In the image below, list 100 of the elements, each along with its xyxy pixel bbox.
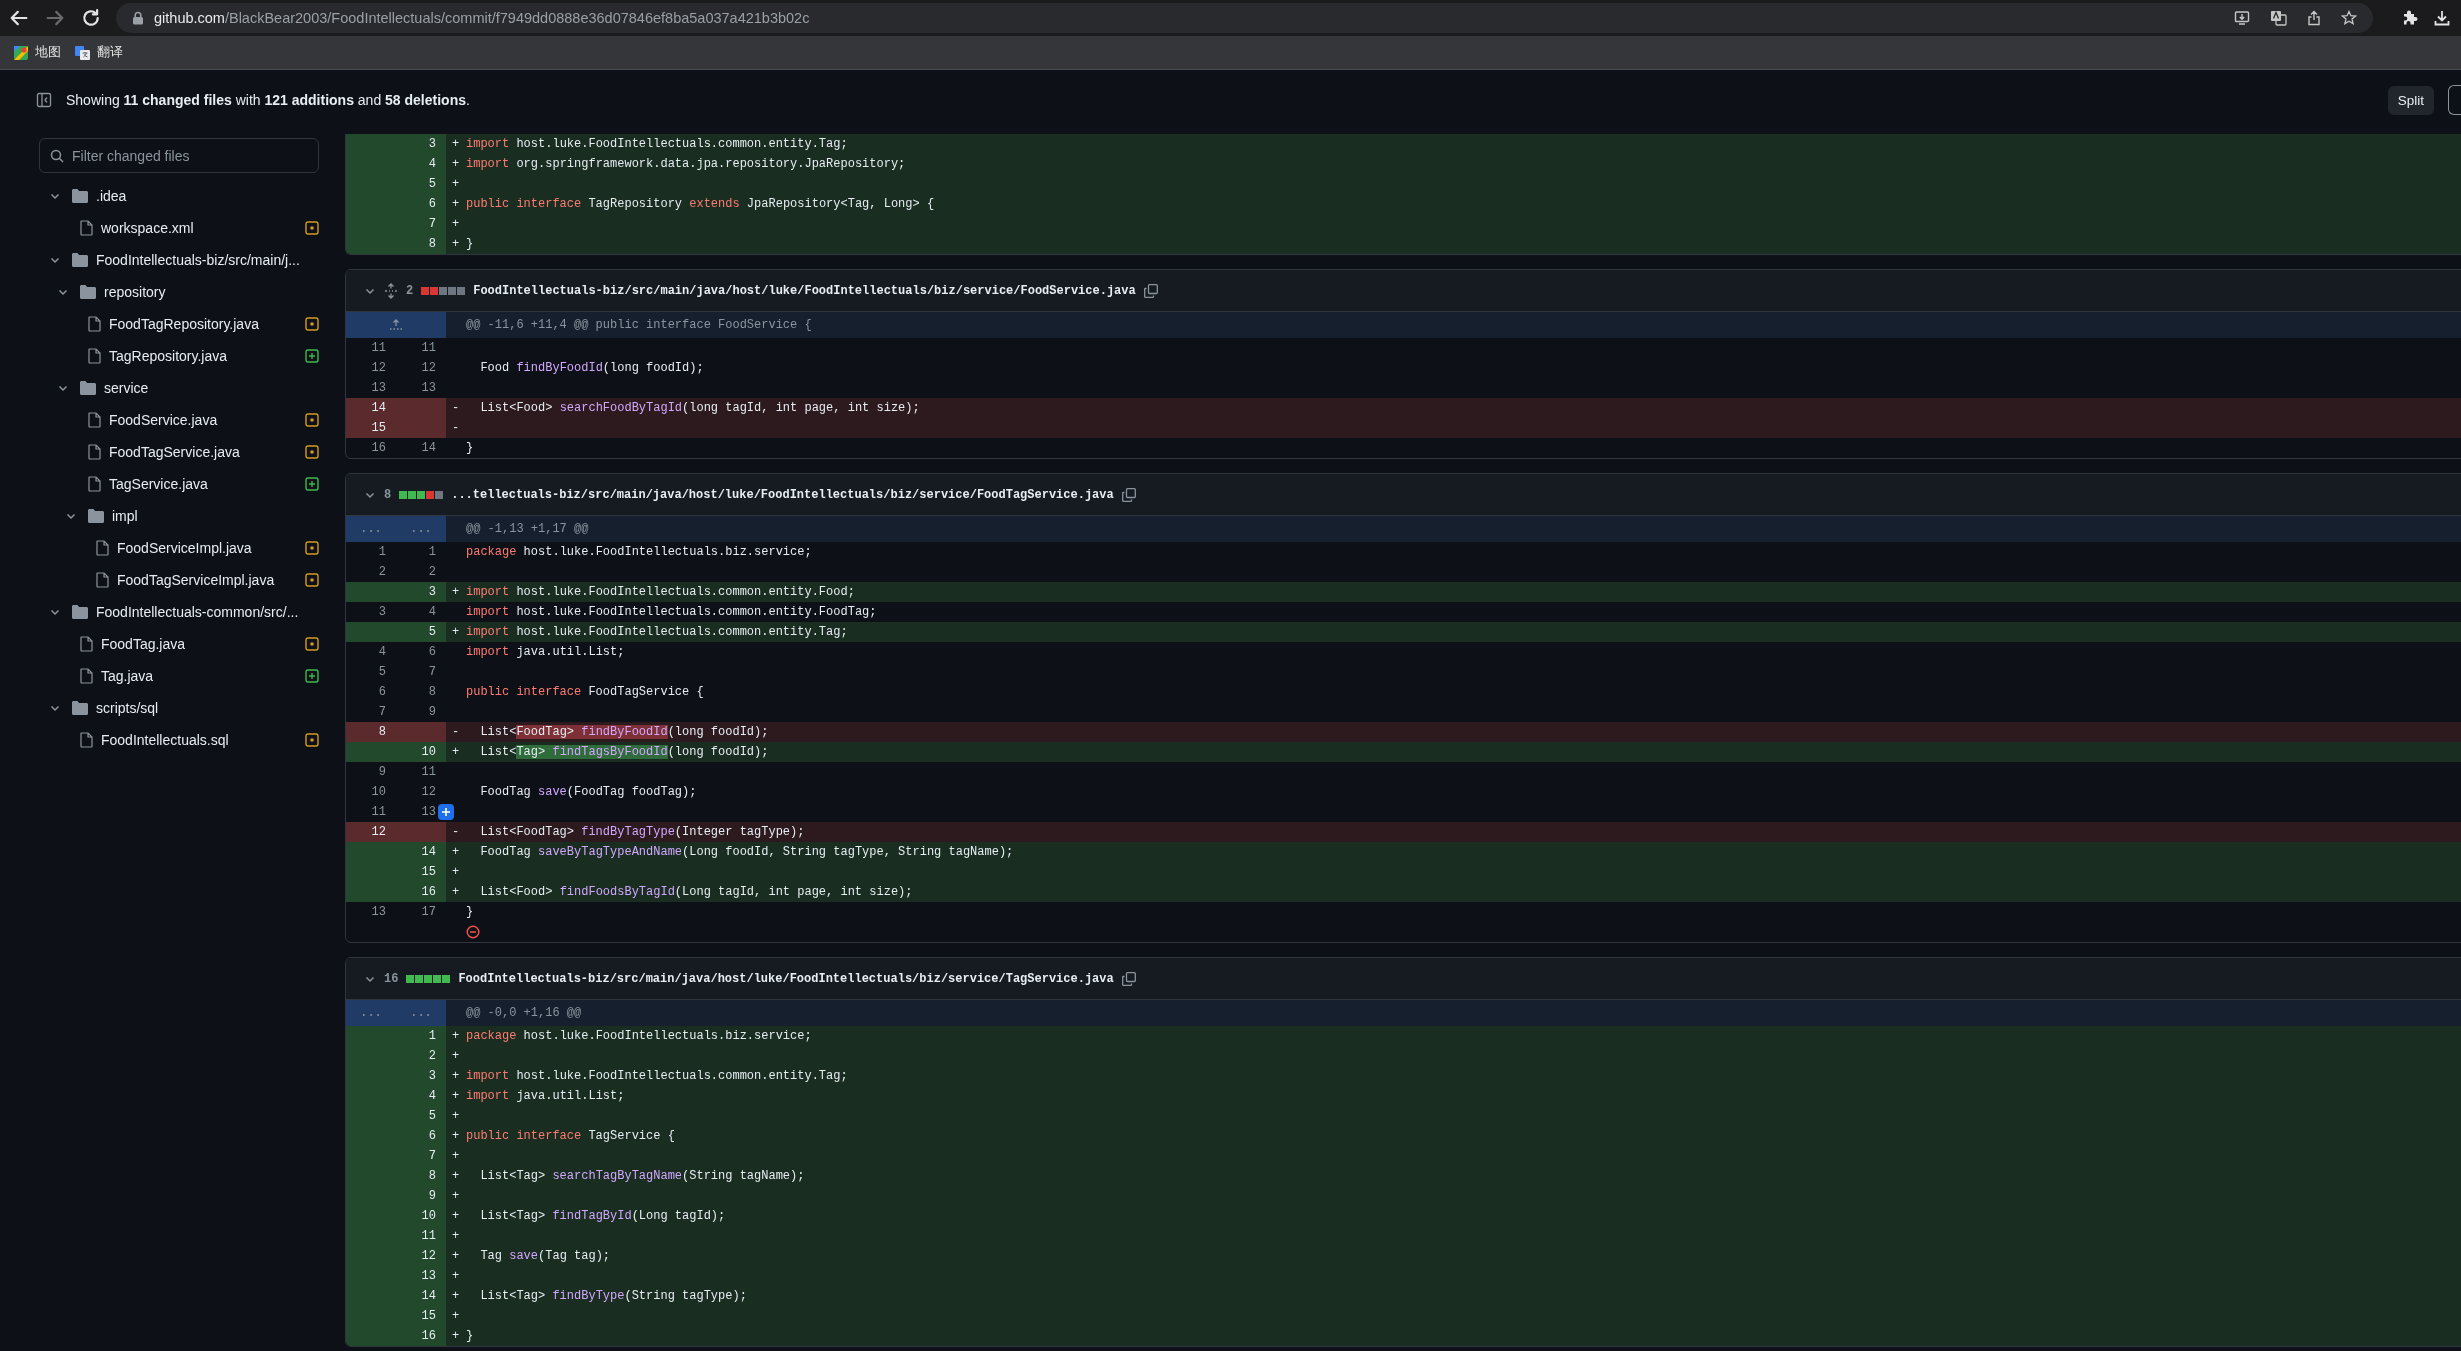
code-line: + List<Tag> searchTagByTagName(String tagName); — [451, 1168, 806, 1185]
line-number: 12 — [346, 822, 396, 842]
copy-icon[interactable] — [1121, 971, 1136, 986]
sidebar-toggle-icon[interactable] — [36, 92, 52, 108]
file-tree-item[interactable]: FoodServiceImpl.java — [0, 532, 319, 564]
gutter-cell — [396, 722, 446, 742]
file-path[interactable]: ...tellectuals-biz/src/main/java/host/luke/FoodIntellectuals/biz/service/FoodTagService.java — [451, 487, 1114, 502]
file-icon — [96, 540, 109, 556]
file-tree-item[interactable]: FoodTag.java — [0, 628, 319, 660]
folder-tree-item[interactable]: repository — [0, 276, 319, 308]
code-line: + — [451, 1048, 461, 1065]
folder-tree-item[interactable]: FoodIntellectuals-common/src/... — [0, 596, 319, 628]
folder-tree-item[interactable]: scripts/sql — [0, 692, 319, 724]
code-line: + List<Tag> findTagById(Long tagId); — [451, 1208, 727, 1225]
diffstat-bar — [399, 490, 444, 499]
download-icon[interactable] — [2433, 9, 2451, 27]
file-tree-item[interactable]: FoodService.java — [0, 404, 319, 436]
folder-icon — [72, 253, 88, 267]
code-line: + package host.luke.FoodIntellectuals.biz.service; — [451, 1028, 813, 1045]
share-icon[interactable] — [2307, 10, 2321, 26]
toggle-button[interactable] — [2448, 85, 2461, 115]
bookmark-item[interactable]: 地图 — [14, 44, 61, 61]
expand-up-icon[interactable] — [389, 319, 403, 331]
unfold-icon[interactable] — [384, 282, 398, 299]
folder-tree-item[interactable]: FoodIntellectuals-biz/src/main/j... — [0, 244, 319, 276]
install-icon[interactable] — [2234, 10, 2250, 26]
file-icon — [88, 444, 101, 460]
star-icon[interactable] — [2341, 10, 2357, 26]
line-number: 3 — [396, 134, 446, 154]
line-number: 6 — [396, 194, 446, 214]
file-tree-item[interactable]: workspace.xml — [0, 212, 319, 244]
code-line: - List<FoodTag> findByTagType(Integer tagType); — [451, 824, 806, 841]
file-tree-item[interactable]: FoodTagService.java — [0, 436, 319, 468]
code-line: + List<Food> findFoodsByTagId(Long tagId, int page, int size); — [451, 884, 914, 901]
line-number: 9 — [396, 1186, 446, 1206]
file-tree-item[interactable]: FoodIntellectuals.sql — [0, 724, 319, 756]
line-number: 5 — [377, 664, 387, 681]
line-number: 3 — [377, 604, 387, 621]
code-line: } — [465, 904, 475, 921]
line-number: 15 — [396, 862, 446, 882]
reload-icon[interactable] — [80, 7, 102, 29]
expand-dots[interactable]: ... — [410, 516, 432, 542]
line-number: 10 — [396, 742, 446, 762]
folder-tree-item[interactable]: impl — [0, 500, 319, 532]
code-line: + — [451, 1228, 461, 1245]
translate-icon[interactable] — [2270, 10, 2287, 26]
code-line: + — [451, 1188, 461, 1205]
file-tree-item[interactable]: FoodTagServiceImpl.java — [0, 564, 319, 596]
file-icon — [88, 316, 101, 332]
address-bar[interactable]: github.com/BlackBear2003/FoodIntellectuals/commit/f7949dd0888e36d07846ef8ba5a037a421b3b02c — [116, 3, 2373, 33]
line-number: 16 — [396, 1326, 446, 1346]
file-tree-item[interactable]: TagRepository.java — [0, 340, 319, 372]
code-line: + List<Tag> findTagsByFoodId(long foodId); — [451, 744, 770, 761]
line-number: 8 — [427, 684, 437, 701]
line-number: 13 — [420, 804, 437, 821]
line-number: 15 — [346, 418, 396, 438]
line-number: 13 — [396, 1266, 446, 1286]
line-number: 11 — [420, 340, 437, 357]
code-line: + } — [451, 1328, 475, 1345]
line-number: 4 — [377, 644, 387, 661]
code-line: - — [451, 420, 461, 437]
code-line: + public interface TagRepository extends JpaRepository<Tag, Long> { — [451, 196, 936, 213]
gutter-cell — [346, 582, 396, 602]
file-path[interactable]: FoodIntellectuals-biz/src/main/java/host/luke/FoodIntellectuals/biz/service/FoodService.java — [473, 283, 1136, 298]
line-number: 13 — [370, 380, 387, 397]
folder-icon — [80, 381, 96, 395]
code-line: + import host.luke.FoodIntellectuals.common.entity.Tag; — [451, 136, 849, 153]
code-line: + — [451, 176, 461, 193]
diffstat-bar — [421, 286, 466, 295]
folder-tree-item[interactable]: service — [0, 372, 319, 404]
file-icon — [88, 476, 101, 492]
add-comment-button[interactable] — [438, 804, 454, 820]
code-line: + import java.util.List; — [451, 1088, 626, 1105]
file-tree-item[interactable]: Tag.java — [0, 660, 319, 692]
folder-icon — [72, 701, 88, 715]
code-line: + Tag save(Tag tag); — [451, 1248, 612, 1265]
line-number: 5 — [396, 174, 446, 194]
copy-icon[interactable] — [1121, 487, 1136, 502]
copy-icon[interactable] — [1143, 283, 1158, 298]
code-line: + FoodTag saveByTagTypeAndName(Long foodId, String tagType, String tagName); — [451, 844, 1015, 861]
bookmark-item[interactable]: 翻译 — [75, 44, 123, 61]
line-number: 14 — [396, 1286, 446, 1306]
file-tree-item[interactable]: FoodTagRepository.java — [0, 308, 319, 340]
code-line: FoodTag save(FoodTag foodTag); — [479, 784, 698, 801]
filter-field[interactable]: Filter changed files — [39, 138, 319, 173]
expand-dots[interactable]: ... — [360, 516, 382, 542]
file-tree-item[interactable]: TagService.java — [0, 468, 319, 500]
expand-dots[interactable]: ... — [410, 1000, 432, 1026]
folder-icon — [88, 509, 104, 523]
expand-dots[interactable]: ... — [360, 1000, 382, 1026]
split-view-button[interactable]: Split — [2387, 85, 2434, 115]
line-number: 10 — [396, 1206, 446, 1226]
line-number: 10 — [370, 784, 387, 801]
line-number: 7 — [396, 1146, 446, 1166]
code-line: package host.luke.FoodIntellectuals.biz.service; — [465, 544, 813, 561]
file-path[interactable]: FoodIntellectuals-biz/src/main/java/host/luke/FoodIntellectuals/biz/service/TagService.java — [458, 971, 1114, 986]
code-line: + } — [451, 236, 475, 253]
puzzle-icon[interactable] — [2401, 9, 2419, 27]
line-number: 12 — [370, 360, 387, 377]
folder-tree-item[interactable]: .idea — [0, 180, 319, 212]
